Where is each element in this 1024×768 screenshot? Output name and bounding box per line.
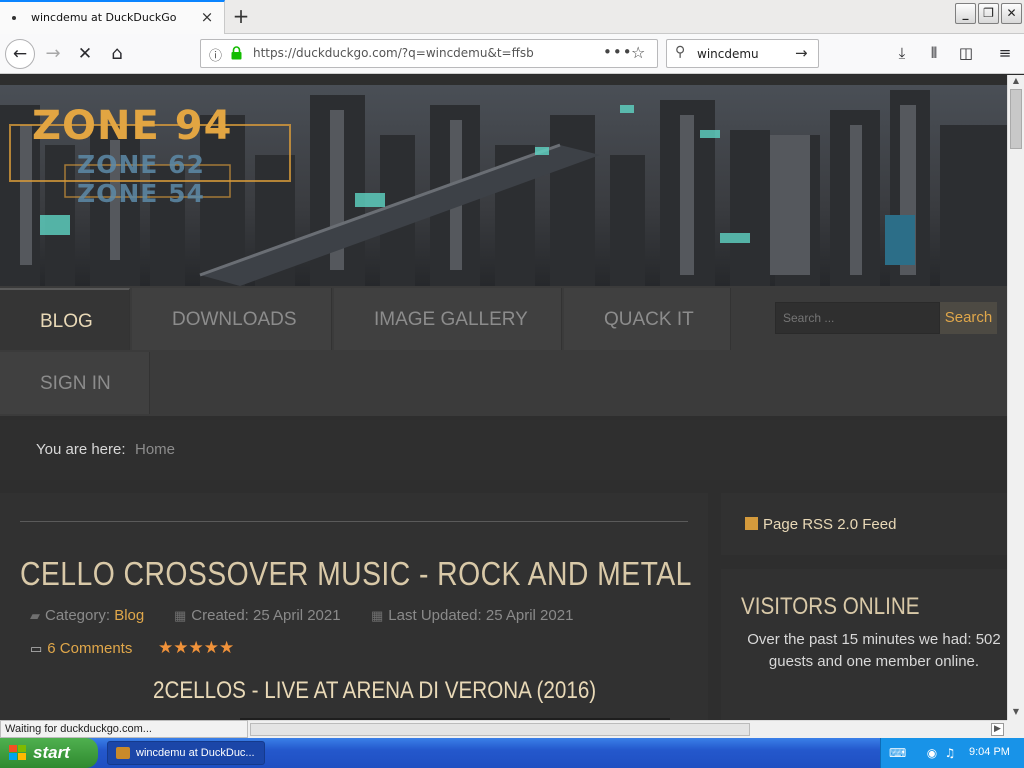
taskbar-item-firefox[interactable]: wincdemu at DuckDuc... (107, 741, 265, 765)
lock-icon (231, 46, 242, 60)
windows-logo-icon (9, 745, 26, 760)
breadcrumb-label: You are here: (36, 441, 126, 458)
nav-sign-in[interactable]: SIGN IN (0, 352, 150, 414)
nav-image-gallery[interactable]: IMAGE GALLERY (334, 288, 562, 350)
site-search-button[interactable]: Search (940, 302, 997, 334)
calendar-icon: ▦ (371, 608, 384, 623)
article-subheading: 2CELLOS - LIVE AT ARENA DI VERONA (2016) (153, 677, 597, 704)
home-button[interactable]: ⌂ (102, 39, 132, 69)
restore-button[interactable]: ❐ (978, 3, 999, 24)
browser-search-text: wincdemu (697, 47, 759, 61)
tab-close-icon[interactable]: × (199, 9, 215, 25)
scroll-down-icon[interactable]: ▼ (1010, 707, 1022, 719)
status-bar: Waiting for duckduckgo.com... (0, 720, 248, 738)
comments-count: 6 Comments (47, 640, 133, 657)
site-logo-line2: ZONE 62 (77, 150, 205, 179)
start-label: start (33, 743, 70, 762)
clock: 9:04 PM (969, 746, 1010, 758)
article-panel: CELLO CROSSOVER MUSIC - ROCK AND METAL ▰… (0, 493, 708, 720)
rss-module: Page RSS 2.0 Feed (721, 493, 1007, 555)
page-actions-icon[interactable]: ••• (603, 43, 633, 61)
sidebar-icon[interactable]: ◫ (955, 44, 977, 62)
article-updated: ▦ Last Updated: 25 April 2021 (371, 607, 573, 624)
header-banner: ZONE 94 ZONE 62 ZONE 54 (0, 85, 1007, 286)
rss-label: Page RSS 2.0 Feed (763, 516, 897, 533)
menu-icon[interactable]: ≡ (994, 44, 1016, 62)
article-title[interactable]: CELLO CROSSOVER MUSIC - ROCK AND METAL (20, 555, 692, 593)
visitors-module: VISITORS ONLINE Over the past 15 minutes… (721, 569, 1007, 720)
system-tray: ⌨ ◉ ♫ 9:04 PM (880, 738, 1024, 768)
visitors-text: Over the past 15 minutes we had: 502 gue… (747, 631, 1001, 670)
visitors-title: VISITORS ONLINE (741, 593, 920, 620)
nav-quack-it[interactable]: QUACK IT (564, 288, 731, 350)
network-icon[interactable]: ◉ (925, 746, 939, 760)
category-link[interactable]: Blog (114, 607, 144, 624)
back-button[interactable]: ← (5, 39, 35, 69)
article-category: ▰ Category: Blog (30, 607, 144, 624)
info-icon[interactable]: ⓘ (209, 45, 222, 64)
forward-button[interactable]: → (38, 39, 68, 69)
comments-link[interactable]: ▭ 6 Comments (30, 640, 132, 657)
browser-search-field[interactable]: ⚲ wincdemu → (666, 39, 819, 68)
comment-icon: ▭ (30, 641, 43, 656)
stop-button[interactable]: ✕ (70, 39, 100, 69)
divider (20, 521, 688, 522)
address-bar[interactable]: ⓘ https://duckduckgo.com/?q=wincdemu&t=f… (200, 39, 658, 68)
created-date: Created: 25 April 2021 (191, 607, 341, 624)
main-nav: BLOG DOWNLOADS IMAGE GALLERY QUACK IT SI… (0, 286, 1007, 416)
tab-bar: wincdemu at DuckDuckGo × + _ ❐ ✕ (0, 0, 1024, 34)
volume-icon[interactable]: ♫ (943, 746, 957, 760)
firefox-icon (116, 747, 130, 759)
start-button[interactable]: start (0, 738, 98, 768)
site-logo-line3: ZONE 54 (77, 179, 205, 208)
site-search-input[interactable] (775, 302, 940, 334)
minimize-button[interactable]: _ (955, 3, 976, 24)
url-text: https://duckduckgo.com/?q=wincdemu&t=ffs… (253, 46, 534, 60)
close-window-button[interactable]: ✕ (1001, 3, 1022, 24)
search-go-icon[interactable]: → (795, 44, 808, 62)
scroll-right-icon[interactable]: ▶ (991, 723, 1004, 736)
search-icon: ⚲ (675, 44, 686, 60)
scroll-thumb[interactable] (1010, 89, 1022, 149)
calendar-icon: ▦ (174, 608, 187, 623)
nav-toolbar: ← → ✕ ⌂ ⓘ https://duckduckgo.com/?q=winc… (0, 34, 1024, 74)
category-label: Category: (45, 607, 111, 624)
folder-icon: ▰ (30, 608, 40, 623)
new-tab-button[interactable]: + (231, 5, 251, 27)
keyboard-icon[interactable]: ⌨ (889, 746, 906, 760)
taskbar: start wincdemu at DuckDuc... ⌨ ◉ ♫ 9:04 … (0, 738, 1024, 768)
rating-stars[interactable]: ★★★★★ (158, 638, 234, 658)
tab-title: wincdemu at DuckDuckGo (31, 11, 177, 24)
scroll-up-icon[interactable]: ▲ (1010, 76, 1022, 88)
rss-icon (745, 517, 758, 530)
nav-blog[interactable]: BLOG (0, 288, 130, 350)
scroll-corner (1007, 720, 1024, 738)
library-icon[interactable]: ⫴ (923, 44, 945, 62)
page-viewport: ZONE 94 ZONE 62 ZONE 54 BLOG DOWNLOADS I… (0, 75, 1007, 720)
loading-icon (12, 16, 16, 20)
tab-active[interactable]: wincdemu at DuckDuckGo × (0, 0, 225, 34)
rss-feed-link[interactable]: Page RSS 2.0 Feed (745, 516, 896, 533)
taskbar-item-label: wincdemu at DuckDuc... (136, 747, 255, 759)
site-logo-title[interactable]: ZONE 94 (32, 103, 232, 149)
article-created: ▦ Created: 25 April 2021 (174, 607, 341, 624)
vertical-scrollbar[interactable]: ▲ ▼ (1007, 75, 1024, 720)
bookmark-star-icon[interactable]: ☆ (631, 43, 645, 62)
downloads-icon[interactable]: ⤓ (891, 44, 913, 62)
nav-downloads[interactable]: DOWNLOADS (132, 288, 332, 350)
breadcrumb-home: Home (135, 441, 176, 458)
breadcrumb: You are here: Home (0, 420, 1007, 480)
hscroll-thumb[interactable] (250, 723, 750, 736)
updated-date: Last Updated: 25 April 2021 (388, 607, 574, 624)
